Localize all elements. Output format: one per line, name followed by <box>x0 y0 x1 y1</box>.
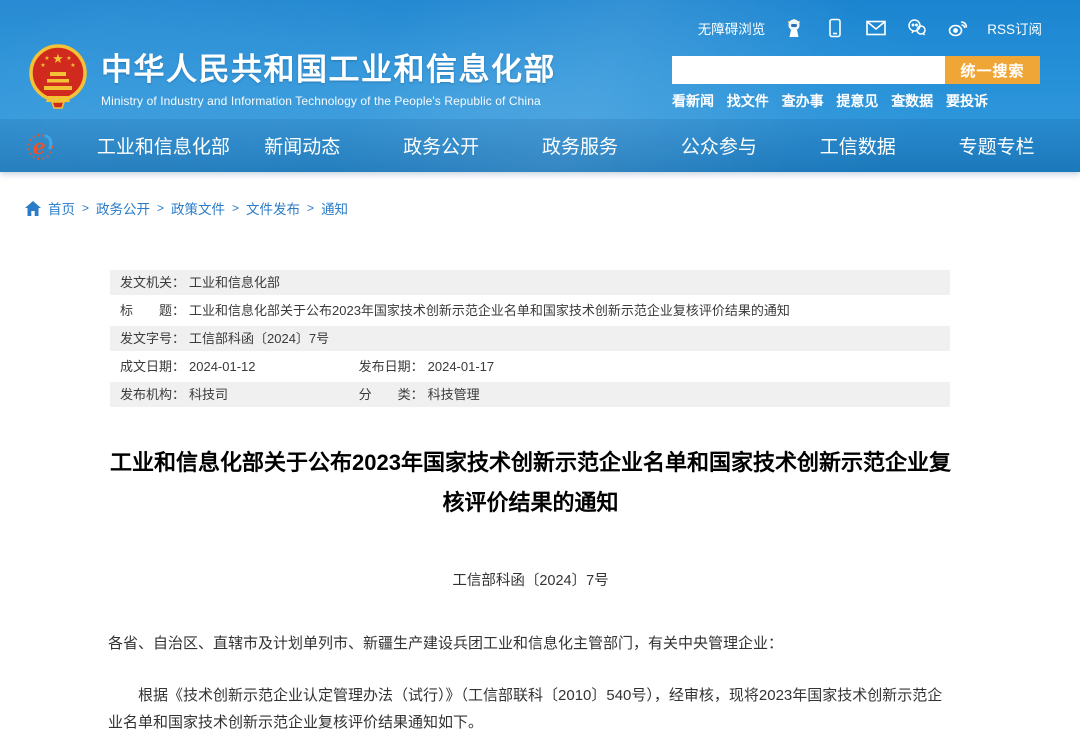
breadcrumb: 首页 > 政务公开 > 政策文件 > 文件发布 > 通知 <box>0 172 1080 218</box>
nav-item-public-participation[interactable]: 公众参与 <box>649 132 788 159</box>
nav-item-miit[interactable]: 工业和信息化部 <box>94 132 233 159</box>
article-title: 工业和信息化部关于公布2023年国家技术创新示范企业名单和国家技术创新示范企业复… <box>108 443 953 523</box>
nav-item-special-topics[interactable]: 专题专栏 <box>927 132 1066 159</box>
breadcrumb-separator: > <box>82 201 89 215</box>
meta-row-title: 标 题： 工业和信息化部关于公布2023年国家技术创新示范企业名单和国家技术创新示… <box>110 298 950 323</box>
meta-label: 发布机构： <box>120 387 185 402</box>
breadcrumb-separator: > <box>307 201 314 215</box>
meta-row-document-number: 发文字号： 工信部科函〔2024〕7号 <box>110 326 950 351</box>
quick-link-data[interactable]: 查数据 <box>891 91 933 111</box>
breadcrumb-document-release[interactable]: 文件发布 <box>246 198 300 218</box>
article-paragraph-recipients: 各省、自治区、直辖市及计划单列市、新疆生产建设兵团工业和信息化主管部门，有关中央… <box>108 630 953 657</box>
utility-bar: 无障碍浏览 <box>698 16 1042 40</box>
svg-text:★: ★ <box>52 51 64 66</box>
search-input[interactable] <box>672 56 945 84</box>
meta-value: 科技司 <box>189 387 228 402</box>
meta-label: 发文机关： <box>120 275 185 290</box>
breadcrumb-gov-disclosure[interactable]: 政务公开 <box>96 198 150 218</box>
search-bar: 统一搜索 <box>672 56 1040 84</box>
breadcrumb-home[interactable]: 首页 <box>48 198 75 218</box>
meta-value: 工业和信息化部关于公布2023年国家技术创新示范企业名单和国家技术创新示范企业复… <box>189 303 790 318</box>
quick-link-services[interactable]: 查办事 <box>782 91 824 111</box>
svg-text:★: ★ <box>40 62 45 69</box>
quick-link-news[interactable]: 看新闻 <box>672 91 714 111</box>
nav-item-gov-disclosure[interactable]: 政务公开 <box>372 132 511 159</box>
svg-text:★: ★ <box>70 62 75 69</box>
search-button[interactable]: 统一搜索 <box>945 56 1040 84</box>
meta-value: 2024-01-12 <box>189 359 256 374</box>
mobile-icon[interactable] <box>823 16 847 40</box>
meta-label: 发布日期： <box>359 359 424 374</box>
svg-text:e: e <box>32 134 45 159</box>
weibo-icon[interactable] <box>946 16 970 40</box>
rss-link[interactable]: RSS订阅 <box>987 18 1042 38</box>
meta-label: 发文字号： <box>120 331 185 346</box>
svg-text:★: ★ <box>44 55 49 62</box>
home-icon[interactable] <box>25 201 41 216</box>
site-banner: 无障碍浏览 <box>0 0 1080 172</box>
nav-item-miit-data[interactable]: 工信数据 <box>788 132 927 159</box>
breadcrumb-separator: > <box>157 201 164 215</box>
meta-label: 成文日期： <box>120 359 185 374</box>
article-doc-number: 工信部科函〔2024〕7号 <box>108 569 953 590</box>
meta-row-issuing-authority: 发文机关： 工业和信息化部 <box>110 270 950 295</box>
meta-value: 2024-01-17 <box>428 359 495 374</box>
breadcrumb-notice[interactable]: 通知 <box>321 198 348 218</box>
nav-item-gov-services[interactable]: 政务服务 <box>511 132 650 159</box>
national-emblem-icon: ★ ★ ★ ★ ★ <box>28 42 88 110</box>
breadcrumb-separator: > <box>232 201 239 215</box>
article-body: 工业和信息化部关于公布2023年国家技术创新示范企业名单和国家技术创新示范企业复… <box>108 443 953 736</box>
meta-value: 工业和信息化部 <box>189 275 280 290</box>
nav-item-news[interactable]: 新闻动态 <box>233 132 372 159</box>
site-title: 中华人民共和国工业和信息化部 <box>101 44 556 89</box>
meta-row-publisher-category: 发布机构： 科技司 分 类： 科技管理 <box>110 382 950 407</box>
mascot-robot-icon[interactable] <box>782 16 806 40</box>
accessibility-link[interactable]: 无障碍浏览 <box>698 18 766 38</box>
meta-label: 标 题： <box>120 303 185 318</box>
wechat-icon[interactable] <box>905 16 929 40</box>
article-paragraph-basis: 根据《技术创新示范企业认定管理办法（试行）》（工信部联科〔2010〕540号），… <box>108 682 943 736</box>
quick-links: 看新闻 找文件 查办事 提意见 查数据 要投诉 <box>672 91 988 111</box>
meta-row-dates: 成文日期： 2024-01-12 发布日期： 2024-01-17 <box>110 354 950 379</box>
quick-link-feedback[interactable]: 提意见 <box>836 91 878 111</box>
breadcrumb-policy-documents[interactable]: 政策文件 <box>171 198 225 218</box>
miit-gear-logo-icon: e <box>24 129 58 163</box>
site-subtitle: Ministry of Industry and Information Tec… <box>101 94 556 108</box>
mail-icon[interactable] <box>864 16 888 40</box>
quick-link-complaint[interactable]: 要投诉 <box>946 91 988 111</box>
site-brand: ★ ★ ★ ★ ★ 中华人民共和国工业和信息化部 Ministry of Ind… <box>28 42 556 110</box>
meta-value: 工信部科函〔2024〕7号 <box>189 331 329 346</box>
page-root: 无障碍浏览 <box>0 0 1080 742</box>
svg-text:★: ★ <box>66 55 71 62</box>
meta-value: 科技管理 <box>428 387 480 402</box>
meta-label: 分 类： <box>359 387 424 402</box>
quick-link-files[interactable]: 找文件 <box>727 91 769 111</box>
document-meta-table: 发文机关： 工业和信息化部 标 题： 工业和信息化部关于公布2023年国家技术创新示… <box>110 270 950 407</box>
main-nav: e 工业和信息化部 新闻动态 政务公开 政务服务 公众参与 工信数据 专题专栏 <box>0 119 1080 172</box>
